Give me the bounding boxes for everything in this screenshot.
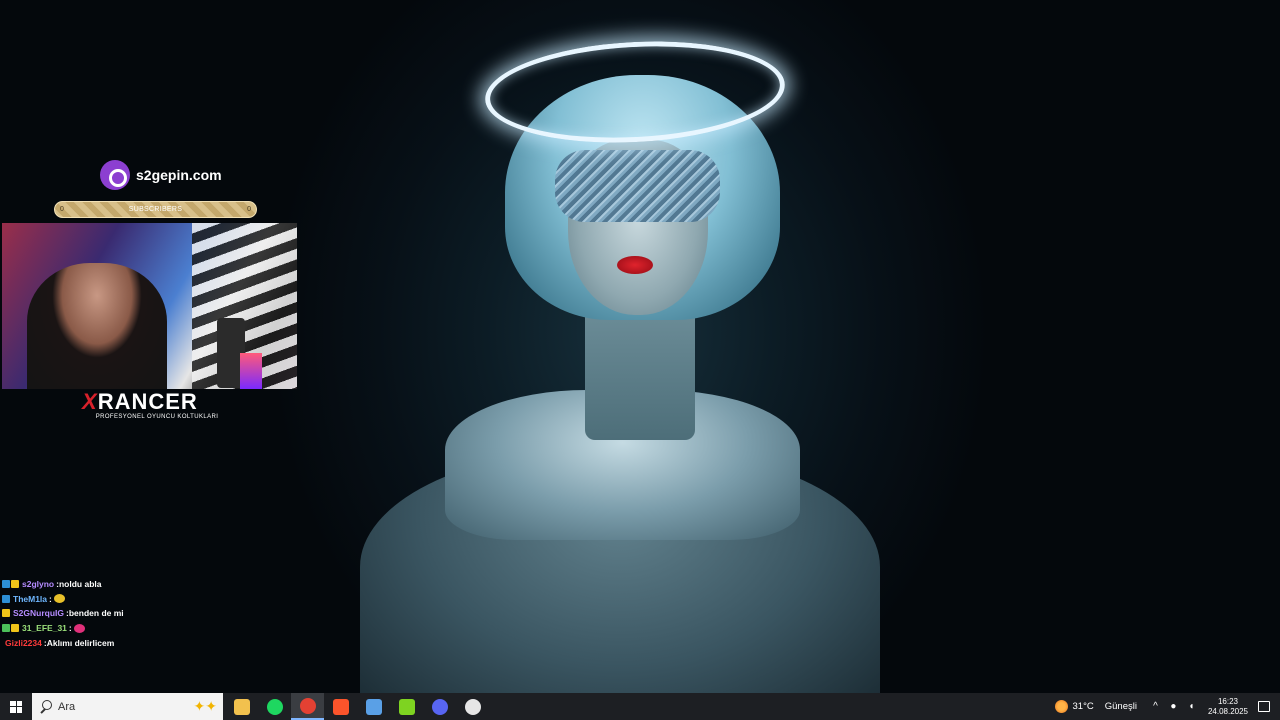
sub-goal-right-count: 0 [247, 206, 251, 213]
chat-username[interactable]: Gizli2234 [5, 638, 42, 648]
windows-logo-icon [10, 700, 22, 713]
taskbar-app-button[interactable] [390, 693, 423, 720]
taskbar-app-button[interactable] [291, 693, 324, 720]
chat-username[interactable]: 31_EFE_31 [22, 623, 67, 633]
xrancer-title: XRANCER [82, 389, 198, 414]
play-app-icon [398, 698, 415, 715]
chat-text: Aklımı delirlicem [46, 637, 115, 648]
app-cube-icon [365, 698, 382, 715]
search-highlight-icon: ✦✦ [193, 698, 217, 714]
sub-goal-left-count: 0 [60, 206, 64, 213]
chat-username[interactable]: S2GNurquIG [13, 608, 64, 618]
taskbar-app-button[interactable] [357, 693, 390, 720]
chat-username[interactable]: TheM1la [13, 594, 47, 604]
system-tray: 31°C Güneşli ^ ● ◖ 16:23 24.08.2025 [1054, 693, 1280, 720]
taskbar-app-button[interactable] [456, 693, 489, 720]
tray-icons: ^ ● ◖ [1151, 701, 1196, 712]
spotify-icon [266, 698, 283, 715]
obs-icon [464, 698, 481, 715]
chat-badge-icon [11, 580, 19, 589]
subscriber-goal-bar: 0 SUBSCRIBERS 0 [54, 201, 257, 218]
chat-badges [2, 624, 19, 633]
taskbar-apps [225, 693, 489, 720]
chat-badge-icon [2, 580, 10, 589]
brave-icon [332, 698, 349, 715]
chat-text: benden de mi [68, 608, 124, 619]
taskbar: Ara ✦✦ 31°C Güneşli ^ ● ◖ 16:23 24.08.20… [0, 693, 1280, 720]
rgb-light [240, 353, 262, 389]
chat-separator: : [68, 623, 72, 634]
notification-icon[interactable] [1258, 701, 1270, 712]
chat-badges [2, 580, 19, 589]
chat-text: noldu abla [58, 579, 102, 590]
sub-goal-label: SUBSCRIBERS [128, 206, 183, 213]
webcam-feed [2, 223, 297, 389]
sponsor-site: s2gepin.com [136, 167, 222, 183]
taskbar-app-button[interactable] [258, 693, 291, 720]
wallpaper-figure-blindfold [555, 150, 720, 222]
taskbar-search[interactable]: Ara ✦✦ [32, 693, 223, 720]
chat-badges [2, 609, 10, 618]
microphone-tray-icon[interactable]: ● [1169, 701, 1178, 712]
file-explorer-icon [233, 698, 250, 715]
s2gepin-logo-icon [100, 160, 130, 190]
xrancer-logo: XRANCER PROFESYONEL OYUNCU KOLTUKLARI [82, 389, 232, 421]
taskbar-app-button[interactable] [324, 693, 357, 720]
webcam-streamer [27, 263, 167, 389]
chat-separator: : [49, 593, 52, 604]
sun-icon [1054, 700, 1068, 713]
chat-message: s2glyno: noldu abla [2, 577, 124, 592]
start-button[interactable] [0, 693, 32, 720]
weather-widget[interactable]: 31°C Güneşli [1054, 700, 1137, 713]
wallpaper-figure-neck [585, 300, 695, 440]
clock-time: 16:23 [1217, 696, 1238, 706]
xrancer-tagline: PROFESYONEL OYUNCU KOLTUKLARI [95, 414, 219, 420]
clock-date: 24.08.2025 [1207, 706, 1248, 716]
chat-badge-icon [2, 624, 10, 633]
chat-message: Gizli2234: Aklımı delirlicem [2, 635, 124, 650]
stream-chat: s2glyno: noldu abla TheM1la: S2GNurquIG: … [2, 577, 124, 650]
chat-emote-icon [53, 594, 65, 604]
taskbar-app-button[interactable] [225, 693, 258, 720]
chat-message: S2GNurquIG: benden de mi [2, 606, 124, 621]
volume-icon[interactable]: ◖ [1187, 701, 1196, 712]
taskbar-clock[interactable]: 16:23 24.08.2025 [1208, 697, 1248, 717]
search-icon [38, 699, 52, 714]
search-placeholder: Ara [58, 700, 76, 713]
chat-badges [2, 594, 10, 603]
chat-badge-icon [2, 609, 10, 618]
sponsor-banner: s2gepin.com [100, 160, 222, 190]
discord-icon [431, 698, 448, 715]
chat-badge-icon [11, 624, 19, 633]
desktop-wallpaper: s2gepin.com 0 SUBSCRIBERS 0 XRANCER PROF… [0, 0, 1280, 693]
chat-message: 31_EFE_31: [2, 621, 124, 636]
chrome-icon [299, 697, 316, 714]
wallpaper-figure-lips [617, 256, 653, 274]
weather-condition: Güneşli [1104, 701, 1137, 712]
chat-badge-icon [2, 594, 10, 603]
chat-emote-icon [73, 623, 85, 633]
taskbar-app-button[interactable] [423, 693, 456, 720]
chat-username[interactable]: s2glyno [22, 579, 54, 589]
chat-message: TheM1la: [2, 592, 124, 607]
weather-temp: 31°C [1072, 701, 1094, 712]
chevron-up-icon[interactable]: ^ [1151, 701, 1160, 712]
